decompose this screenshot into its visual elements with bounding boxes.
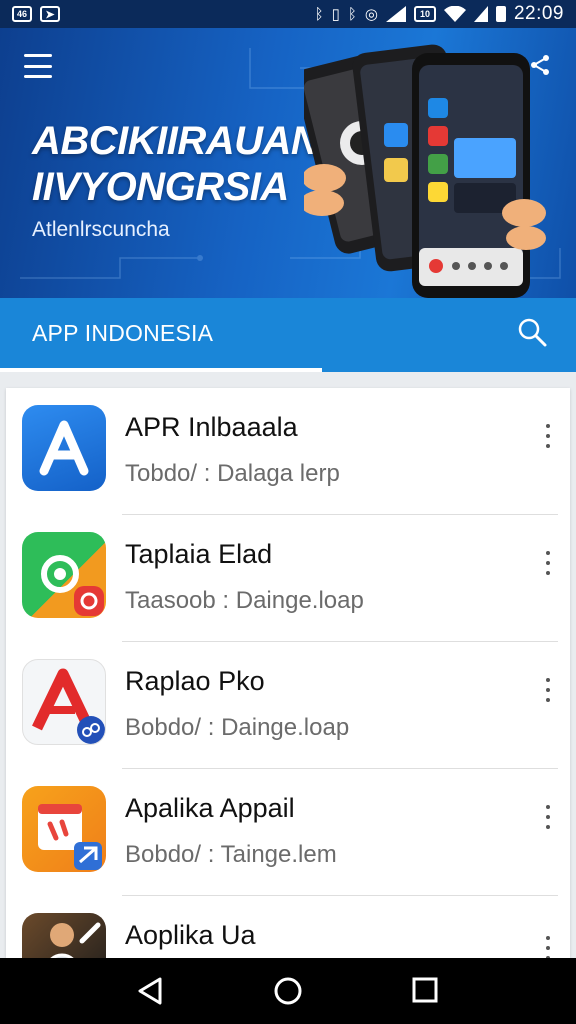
app-name: Raplao Pko — [125, 666, 265, 696]
photo-app-icon — [22, 913, 106, 958]
app-description: Tobdo/ : Dalaga lerp — [125, 460, 340, 487]
bluetooth-alt-icon: ᛒ — [347, 5, 357, 23]
banner-subtitle: Atlenlrscuncha — [32, 218, 170, 241]
back-icon[interactable] — [136, 976, 164, 1006]
status-bar: 46 ➤ ᛒ ▯ ᛒ ◎ 10 22:09 — [0, 0, 576, 28]
red-a-app-icon — [22, 659, 106, 745]
more-options-icon[interactable] — [542, 805, 554, 829]
clock: 22:09 — [513, 3, 564, 24]
volte-icon: 10 — [413, 6, 436, 22]
data-saver-icon: ◎ — [364, 5, 378, 23]
app-description: Bobdo/ : Tainge.lem — [125, 841, 337, 868]
more-options-icon[interactable] — [542, 424, 554, 448]
list-item[interactable]: Aoplika Ua — [6, 896, 570, 958]
app-title: APP INDONESIA — [32, 320, 214, 346]
vibrate-icon: ▯ — [331, 5, 340, 23]
green-app-icon — [22, 532, 106, 618]
orange-calendar-app-icon — [22, 786, 106, 872]
more-options-icon[interactable] — [542, 936, 554, 958]
sim-card-icon: 46 — [12, 6, 32, 22]
home-icon[interactable] — [273, 976, 303, 1006]
list-item[interactable]: Taplaia Elad Taasoob : Dainge.loap — [6, 515, 570, 642]
wifi-icon — [443, 6, 466, 22]
more-options-icon[interactable] — [542, 551, 554, 575]
banner-title-line1: ABCIKIIRAUAN — [32, 119, 320, 163]
app-store-icon — [22, 405, 106, 491]
app-name: Taplaia Elad — [125, 539, 273, 569]
battery-icon — [495, 6, 506, 22]
app-name: APR Inlbaaala — [125, 412, 298, 442]
hero-banner: ABCIKIIRAUAN IIVYONGRSIA Atlenlrscuncha — [0, 28, 576, 298]
hamburger-menu-icon[interactable] — [24, 54, 52, 78]
tab-indicator — [0, 368, 322, 372]
system-nav-bar — [0, 958, 576, 1024]
bluetooth-icon: ᛒ — [314, 5, 324, 23]
message-icon: ➤ — [40, 6, 60, 22]
recents-icon[interactable] — [412, 976, 438, 1004]
list-item[interactable]: Raplao Pko Bobdo/ : Dainge.loap — [6, 642, 570, 769]
app-list: APR Inlbaaala Tobdo/ : Dalaga lerp Tapla… — [6, 388, 570, 958]
list-item[interactable]: Apalika Appail Bobdo/ : Tainge.lem — [6, 769, 570, 896]
list-item[interactable]: APR Inlbaaala Tobdo/ : Dalaga lerp — [6, 388, 570, 515]
signal-icon — [473, 6, 488, 22]
banner-title-line2: IIVYONGRSIA — [32, 165, 289, 209]
more-options-icon[interactable] — [542, 678, 554, 702]
app-title-bar: APP INDONESIA — [0, 298, 576, 372]
app-description: Bobdo/ : Dainge.loap — [125, 714, 350, 741]
signal-icon — [385, 6, 406, 22]
app-name: Apalika Appail — [125, 793, 295, 823]
search-icon[interactable] — [516, 316, 548, 348]
banner-title: ABCIKIIRAUAN IIVYONGRSIA — [32, 118, 320, 210]
app-name: Aoplika Ua — [125, 920, 256, 950]
app-description: Taasoob : Dainge.loap — [125, 587, 364, 614]
phones-illustration — [304, 44, 546, 298]
